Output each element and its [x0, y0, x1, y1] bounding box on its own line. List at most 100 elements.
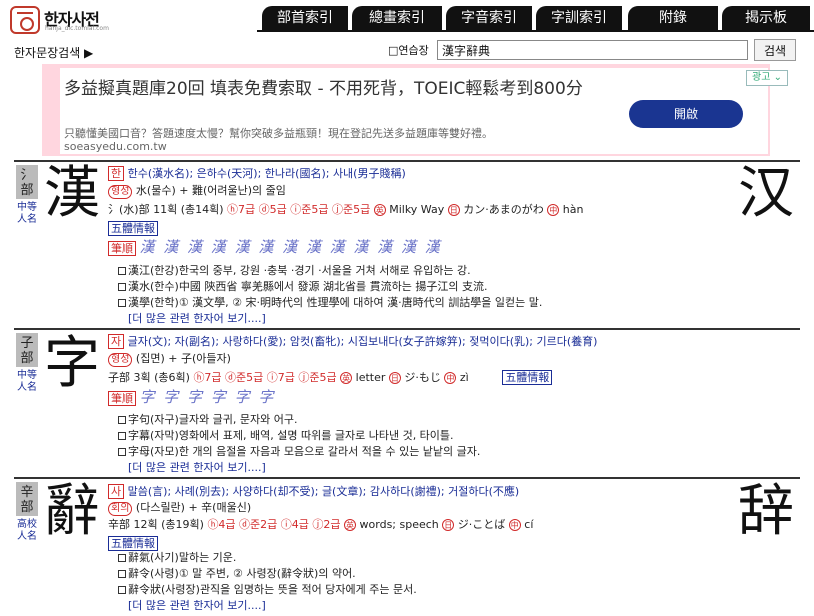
- ad-banner[interactable]: 多益擬真題庫20回 填表免費索取 - 不用死背，TOEIC輕鬆考到800分 只聽…: [42, 64, 788, 156]
- related-word[interactable]: 漢水(한수)中國 陝西省 寧羌縣에서 發源 湖北省를 貫流하는 揚子江의 支流.: [118, 280, 488, 294]
- stroke-order-sequence: 漢 漢 漢 漢 漢 漢 漢 漢 漢 漢 漢 漢 漢: [139, 238, 442, 256]
- hanja-character: 字: [44, 331, 100, 396]
- hanja-character: 辭: [44, 479, 100, 544]
- entry-meanings: 한 한수(漢水名); 은하수(天河); 한나라(國名); 사내(男子賤稱): [108, 166, 406, 181]
- meaning-text[interactable]: 한수(漢水名); 은하수(天河); 한나라(國名); 사내(男子賤稱): [128, 167, 406, 180]
- entry-divider: [14, 328, 800, 330]
- checkbox-icon[interactable]: [118, 299, 126, 307]
- related-word-text[interactable]: 漢江(한강)한국의 중부, 강원 ·충북 ·경기 ·서울을 거쳐 서해로 유입하…: [128, 264, 471, 277]
- english-icon: 英: [344, 519, 357, 531]
- japanese-reading: ジ·ことば: [457, 518, 506, 531]
- radical-stroke-info: 子部 3획 (총6획): [108, 371, 190, 384]
- related-word-text[interactable]: 字句(자구)글자와 글귀, 문자와 어구.: [128, 413, 298, 426]
- entry-formation: 형성 水(물수) + 難(어려울난)의 줄임: [108, 184, 286, 199]
- related-word-text[interactable]: 辭令狀(사령장)관직을 임명하는 뜻을 적어 당자에게 주는 문서.: [128, 583, 417, 596]
- more-words-link[interactable]: [더 많은 관련 한자어 보기....]: [128, 461, 266, 475]
- stroke-order-tag: 筆順: [108, 391, 136, 406]
- related-word-text[interactable]: 漢學(한학)① 漢文學, ② 宋·明時代의 性理學에 대하여 漢·唐時代의 訓詁…: [128, 296, 542, 309]
- tab-meaning-index[interactable]: 字訓索引: [536, 6, 622, 30]
- related-word-text[interactable]: 字幕(자막)영화에서 표제, 배역, 설명 따위를 글자로 나타낸 것, 타이틀…: [128, 429, 454, 442]
- entry-divider: [14, 160, 800, 162]
- tab-board[interactable]: 揭示板: [722, 6, 810, 30]
- checkbox-icon[interactable]: [118, 416, 126, 424]
- related-word[interactable]: 字句(자구)글자와 글귀, 문자와 어구.: [118, 413, 298, 427]
- ad-title[interactable]: 多益擬真題庫20回 填表免費索取 - 不用死背，TOEIC輕鬆考到800分: [64, 78, 584, 100]
- checkbox-icon[interactable]: [118, 554, 126, 562]
- entry-info: 子部 3획 (총6획) ⓗ7급 ⓓ준5급 ⓘ7급 ⓙ준5급 英 letter 日…: [108, 370, 553, 385]
- formation-text: 水(물수) + 難(어려울난)의 줄임: [135, 184, 286, 197]
- radical-label[interactable]: 辛部: [16, 482, 38, 516]
- checkbox-icon[interactable]: [118, 432, 126, 440]
- chinese-reading: hàn: [562, 203, 584, 216]
- formation-tag: 형성: [108, 353, 133, 367]
- ad-badge[interactable]: 광고 ⌄: [746, 70, 788, 86]
- chinese-icon: 中: [547, 204, 560, 216]
- japanese-icon: 日: [442, 519, 455, 531]
- search-input[interactable]: [437, 40, 748, 60]
- related-word[interactable]: 漢江(한강)한국의 중부, 강원 ·충북 ·경기 ·서울을 거쳐 서해로 유입하…: [118, 264, 471, 278]
- hanja-character: 漢: [44, 161, 100, 226]
- logo-icon[interactable]: [10, 6, 40, 34]
- english-meaning: Milky Way: [389, 203, 445, 216]
- related-word-text[interactable]: 辭氣(사기)말하는 기운.: [128, 551, 236, 564]
- checkbox-icon[interactable]: [118, 570, 126, 578]
- related-word[interactable]: 辭氣(사기)말하는 기운.: [118, 551, 236, 565]
- formation-text: (집면) + 子(아들자): [135, 352, 231, 365]
- memo-checkbox-label[interactable]: □연습장: [388, 42, 429, 58]
- japanese-icon: 日: [447, 204, 460, 216]
- entry-info: 氵(水)部 11획 (총14획) ⓗ7급 ⓓ5급 ⓘ준5급 ⓙ준5급 英 Mil…: [108, 203, 583, 217]
- related-word[interactable]: 字幕(자막)영화에서 표제, 배역, 설명 따위를 글자로 나타낸 것, 타이틀…: [118, 429, 454, 443]
- tab-underline: [257, 30, 814, 32]
- ad-content[interactable]: 多益擬真題庫20回 填表免費索取 - 不用死背，TOEIC輕鬆考到800分 只聽…: [60, 68, 788, 154]
- radical-stroke-info: 辛部 12획 (총19획): [108, 518, 204, 531]
- related-word[interactable]: 漢學(한학)① 漢文學, ② 宋·明時代의 性理學에 대하여 漢·唐時代의 訓詁…: [118, 296, 542, 310]
- meaning-text[interactable]: 말씀(言); 사례(別去); 사양하다(却不受); 글(文章); 감사하다(謝禮…: [128, 485, 520, 498]
- formation-tag: 회의: [108, 502, 133, 516]
- entry-meanings: 자 글자(文); 자(副名); 사랑하다(愛); 암컷(畜牝); 시집보내다(女…: [108, 334, 597, 349]
- exam-grades[interactable]: ⓗ7급 ⓓ준5급 ⓘ7급 ⓙ준5급: [193, 371, 336, 384]
- five-forms-link[interactable]: 五體情報: [108, 536, 158, 551]
- related-word-text[interactable]: 漢水(한수)中國 陝西省 寧羌縣에서 發源 湖北省를 貫流하는 揚子江의 支流.: [128, 280, 488, 293]
- meaning-text[interactable]: 글자(文); 자(副名); 사랑하다(愛); 암컷(畜牝); 시집보내다(女子許…: [128, 335, 598, 348]
- related-word[interactable]: 辭令狀(사령장)관직을 임명하는 뜻을 적어 당자에게 주는 문서.: [118, 583, 417, 597]
- related-word[interactable]: 辭令(사령)① 말 주변, ② 사령장(辭令狀)의 약어.: [118, 567, 356, 581]
- related-word-text[interactable]: 辭令(사령)① 말 주변, ② 사령장(辭令狀)의 약어.: [128, 567, 356, 580]
- checkbox-icon[interactable]: [118, 267, 126, 275]
- stroke-order-sequence: 字 字 字 字 字 字: [139, 388, 276, 406]
- radical-label[interactable]: 氵部: [16, 165, 38, 199]
- search-button[interactable]: 검색: [754, 39, 796, 61]
- checkbox-icon[interactable]: [118, 283, 126, 291]
- entry-meanings: 사 말씀(言); 사례(別去); 사양하다(却不受); 글(文章); 감사하다(…: [108, 484, 519, 499]
- five-forms-link[interactable]: 五體情報: [502, 370, 553, 385]
- ad-description: 只聽懂美國口音？答題速度太慢？幫你突破多益瓶頸！現在登記先送多益題庫等雙好禮。: [64, 127, 493, 140]
- stroke-order-row: 筆順 字 字 字 字 字 字: [108, 390, 275, 406]
- five-forms-row: 五體情報: [108, 536, 158, 551]
- entry-formation: 회의 (다스릴란) + 辛(매울신): [108, 501, 251, 516]
- radical-label[interactable]: 子部: [16, 333, 38, 367]
- tab-stroke-index[interactable]: 總畫索引: [352, 6, 442, 30]
- sound-tag: 사: [108, 484, 125, 499]
- grade-label: 高校人名: [17, 519, 37, 542]
- formation-text: (다스릴란) + 辛(매울신): [135, 501, 252, 514]
- radical-stroke-info: 氵(水)部 11획 (총14획): [108, 203, 224, 216]
- tab-appendix[interactable]: 附錄: [628, 6, 718, 30]
- ad-open-button[interactable]: 開啟: [629, 100, 743, 128]
- related-word[interactable]: 字母(자모)한 개의 음절을 자음과 모음으로 갈라서 적을 수 있는 낱낱의 …: [118, 445, 480, 459]
- chinese-icon: 中: [444, 372, 457, 384]
- exam-grades[interactable]: ⓗ7급 ⓓ5급 ⓘ준5급 ⓙ준5급: [227, 203, 370, 216]
- five-forms-row: 五體情報: [108, 221, 158, 236]
- exam-grades[interactable]: ⓗ4급 ⓓ준2급 ⓘ4급 ⓙ2급: [207, 518, 340, 531]
- related-word-text[interactable]: 字母(자모)한 개의 음절을 자음과 모음으로 갈라서 적을 수 있는 낱낱의 …: [128, 445, 480, 458]
- sentence-search-link[interactable]: 한자문장검색 ▶: [14, 44, 93, 61]
- tab-radical-index[interactable]: 部首索引: [262, 6, 348, 30]
- more-words-link[interactable]: [더 많은 관련 한자어 보기....]: [128, 312, 266, 326]
- checkbox-icon[interactable]: [118, 448, 126, 456]
- entry-info: 辛部 12획 (총19획) ⓗ4급 ⓓ준2급 ⓘ4급 ⓙ2급 英 words; …: [108, 518, 533, 532]
- tab-sound-index[interactable]: 字音索引: [446, 6, 532, 30]
- more-words-link[interactable]: [더 많은 관련 한자어 보기....]: [128, 599, 266, 613]
- japanese-reading: ジ·もじ: [404, 371, 441, 384]
- ad-url[interactable]: soeasyedu.com.tw: [64, 140, 167, 153]
- english-icon: 英: [340, 372, 353, 384]
- checkbox-icon[interactable]: [118, 586, 126, 594]
- five-forms-link[interactable]: 五體情報: [108, 221, 158, 236]
